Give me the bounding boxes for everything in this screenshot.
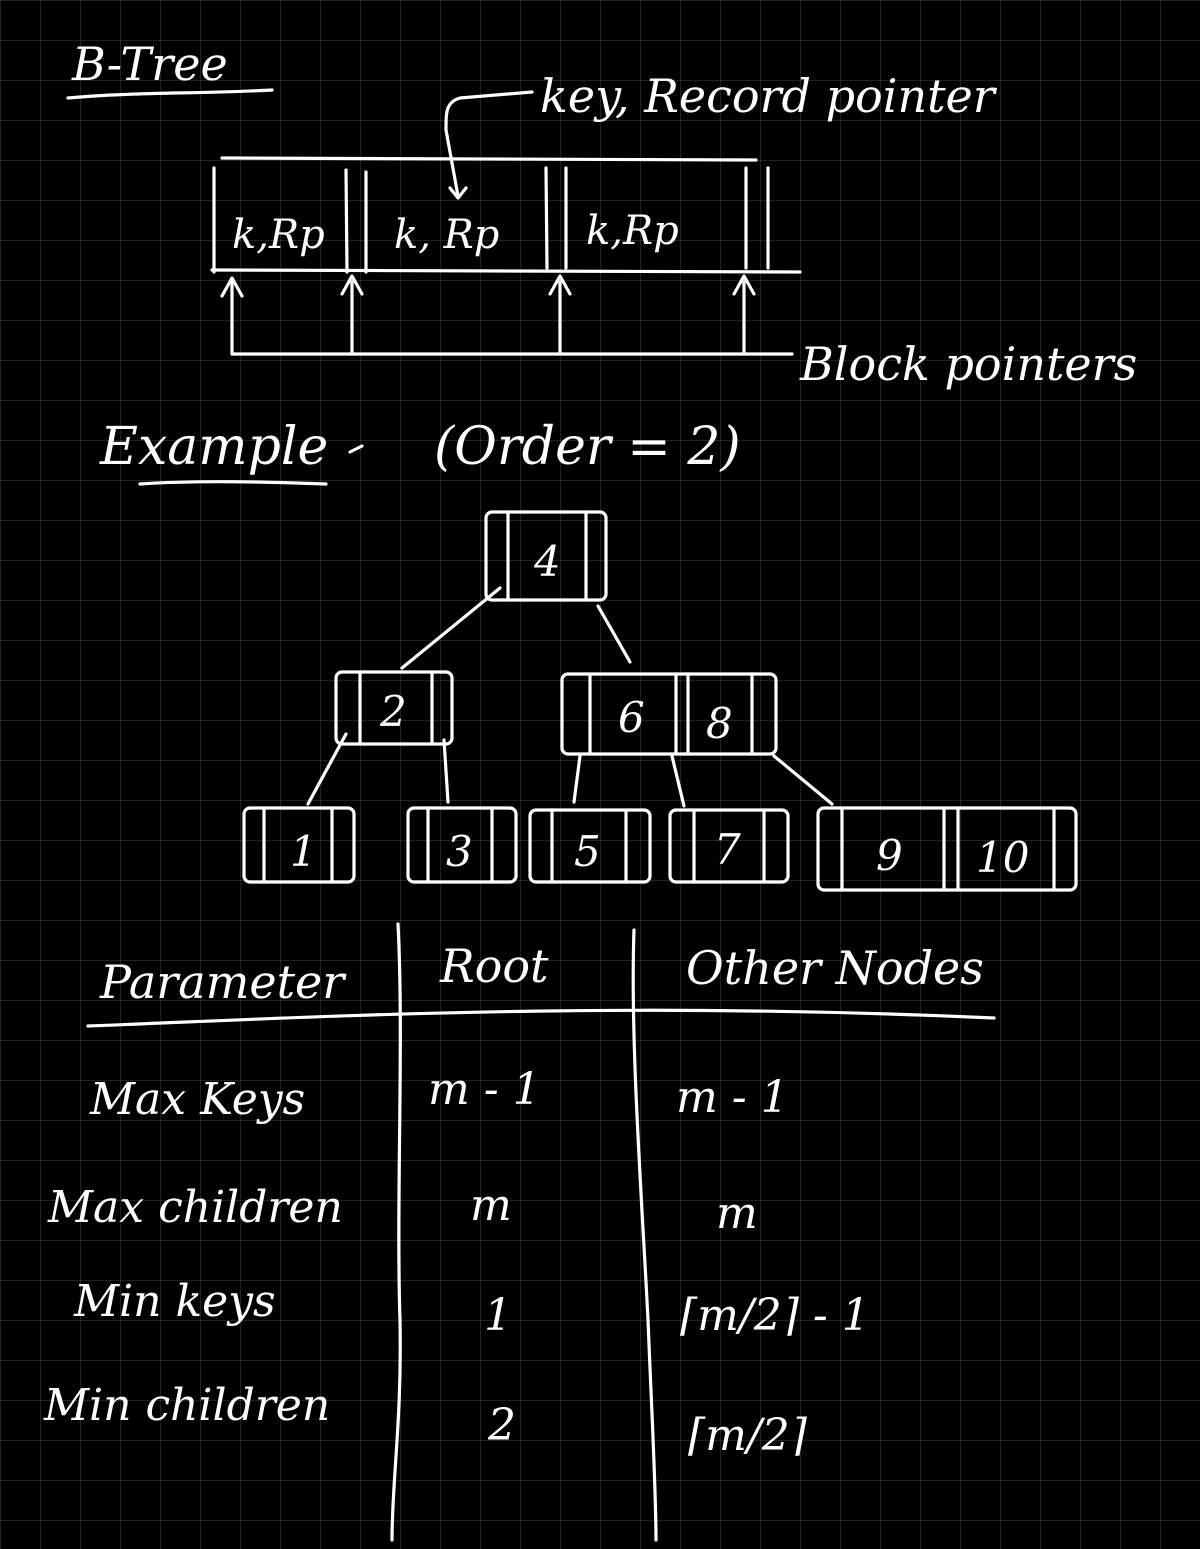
key-record-pointer-label: key, Record pointer	[540, 69, 998, 123]
table-cell-other: m - 1	[676, 1072, 789, 1123]
table-cell-other: ⌈m/2⌉ - 1	[680, 1290, 870, 1341]
tree-key-3: 3	[446, 827, 473, 876]
node-bottom-line	[210, 268, 802, 274]
table-row-label: Max Keys	[89, 1074, 305, 1125]
table-header-parameter: Parameter	[99, 955, 347, 1009]
tree-key-7: 7	[714, 825, 741, 874]
table-cell-root: m - 1	[428, 1064, 541, 1115]
example-dash	[348, 444, 364, 454]
node-entry-2: k, Rp	[394, 212, 499, 258]
table-cell-root: m	[470, 1180, 512, 1231]
example-order: (Order = 2)	[434, 417, 741, 477]
key-callout-arrow	[444, 90, 534, 198]
node-structure-diagram: k,Rp k, Rp k,Rp key, Record pointer Bloc…	[210, 69, 1137, 391]
tree-edge	[572, 754, 582, 804]
table-header-underline	[86, 1008, 996, 1028]
table-cell-root: 1	[484, 1290, 512, 1341]
table-column-divider	[390, 922, 402, 1542]
tree-key-8: 8	[706, 699, 733, 748]
title-underline	[66, 88, 274, 100]
node-entry-1: k,Rp	[232, 212, 325, 258]
tree-edge	[772, 754, 834, 806]
table-header-other-nodes: Other Nodes	[686, 941, 984, 995]
tree-key-9: 9	[876, 831, 903, 880]
tree-key-5: 5	[574, 827, 601, 876]
table-row-label: Max children	[47, 1182, 343, 1233]
tree-edge	[596, 604, 632, 664]
block-pointers-label: Block pointers	[799, 337, 1137, 391]
table-cell-other: m	[716, 1188, 758, 1239]
block-pointer-line	[230, 280, 794, 356]
whiteboard-canvas: B-Tree k,Rp k, Rp k,Rp key, Record point…	[43, 37, 1137, 1542]
table-column-divider	[631, 928, 658, 1542]
example-underline	[138, 480, 328, 486]
tree-node-level1-right	[560, 672, 778, 756]
page-title: B-Tree	[71, 37, 228, 91]
tree-edge	[400, 586, 502, 670]
tree-key-4: 4	[533, 537, 561, 586]
tree-edge	[306, 732, 348, 806]
table-row-label: Min keys	[73, 1276, 276, 1327]
tree-leaf-9-10	[816, 806, 1078, 892]
example-heading: Example	[99, 417, 328, 477]
tree-key-2: 2	[379, 687, 407, 736]
table-cell-root: 2	[487, 1400, 516, 1451]
table-row-label: Min children	[43, 1380, 330, 1431]
table-header-root: Root	[439, 939, 549, 993]
table-cell-other: ⌈m/2⌉	[688, 1410, 808, 1461]
tree-edge	[670, 754, 686, 808]
parameter-table: Parameter Root Other Nodes Max Keys m - …	[43, 922, 996, 1542]
node-entry-3: k,Rp	[586, 208, 679, 254]
example-tree: 4 2 6 8 1 3 5 7 9 10	[242, 510, 1078, 892]
node-top-line	[220, 156, 758, 162]
tree-key-1: 1	[290, 827, 317, 876]
tree-edge	[442, 738, 450, 804]
tree-key-6: 6	[618, 693, 645, 742]
tree-key-10: 10	[976, 833, 1029, 882]
